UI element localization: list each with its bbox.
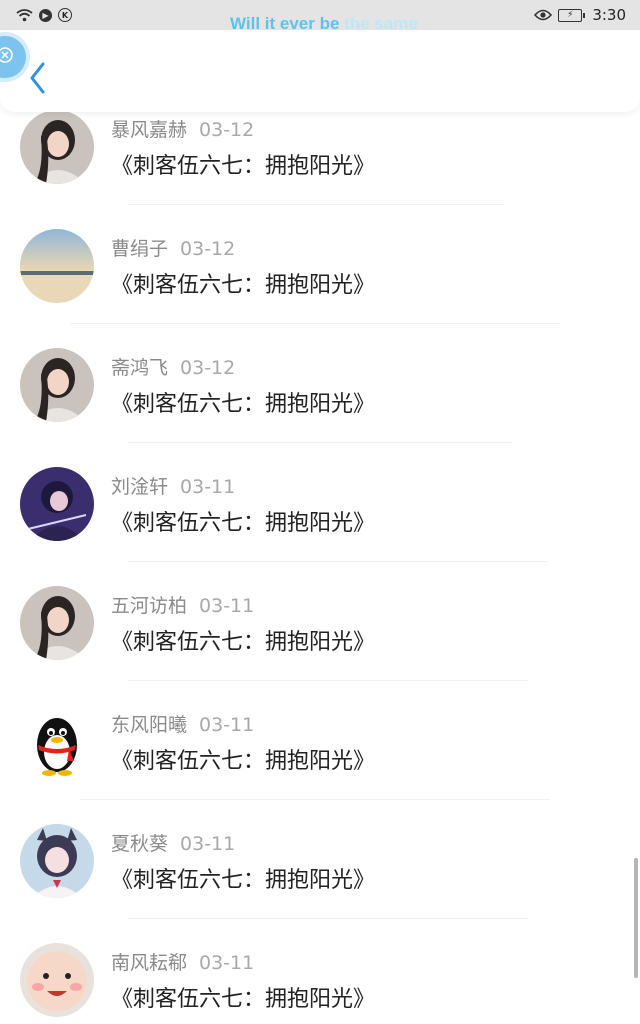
divider: [128, 561, 548, 562]
eye-icon: [534, 9, 553, 21]
post-date: 03-11: [180, 476, 236, 498]
divider: [80, 799, 550, 800]
avatar[interactable]: [20, 705, 94, 779]
user-info: 东风阳曦 03-11: [111, 710, 254, 737]
battery-charging-icon: ⚡: [558, 8, 586, 22]
item-title[interactable]: 《刺客伍六七：拥抱阳光》: [111, 862, 375, 894]
user-name[interactable]: 斋鸿飞: [111, 357, 168, 379]
list-item[interactable]: 刘淦轩 03-11 《刺客伍六七：拥抱阳光》: [0, 447, 640, 566]
status-right-icons: ⚡ 3:30: [534, 6, 626, 24]
post-date: 03-12: [180, 357, 236, 379]
item-title[interactable]: 《刺客伍六七：拥抱阳光》: [111, 624, 375, 656]
list-item[interactable]: 曹绢子 03-12 《刺客伍六七：拥抱阳光》: [0, 209, 640, 328]
list-item[interactable]: 五河访柏 03-11 《刺客伍六七：拥抱阳光》: [0, 566, 640, 685]
user-info: 五河访柏 03-11: [111, 591, 254, 618]
avatar[interactable]: [20, 110, 94, 184]
top-header: [0, 30, 640, 112]
user-name[interactable]: 南风耘郗: [111, 952, 187, 974]
user-name[interactable]: 夏秋葵: [111, 833, 168, 855]
user-name[interactable]: 暴风嘉赫: [111, 119, 187, 141]
wifi-icon: [16, 8, 33, 22]
scrollbar[interactable]: [634, 858, 638, 978]
item-title[interactable]: 《刺客伍六七：拥抱阳光》: [111, 981, 375, 1013]
list-item[interactable]: 斋鸿飞 03-12 《刺客伍六七：拥抱阳光》: [0, 328, 640, 447]
avatar[interactable]: [20, 586, 94, 660]
divider: [128, 204, 504, 205]
k-app-icon: K: [58, 8, 72, 22]
item-title[interactable]: 《刺客伍六七：拥抱阳光》: [111, 148, 375, 180]
user-info: 南风耘郗 03-11: [111, 948, 254, 975]
avatar[interactable]: [20, 943, 94, 1017]
user-name[interactable]: 刘淦轩: [111, 476, 168, 498]
item-title[interactable]: 《刺客伍六七：拥抱阳光》: [111, 505, 375, 537]
play-icon: ▶: [39, 8, 52, 22]
user-name[interactable]: 五河访柏: [111, 595, 187, 617]
status-time: 3:30: [592, 6, 626, 24]
status-left-icons: ▶ K: [16, 8, 72, 22]
post-date: 03-11: [199, 714, 255, 736]
user-info: 曹绢子 03-12: [111, 234, 235, 261]
item-title[interactable]: 《刺客伍六七：拥抱阳光》: [111, 743, 375, 775]
divider: [70, 323, 560, 324]
avatar[interactable]: [20, 467, 94, 541]
user-name[interactable]: 东风阳曦: [111, 714, 187, 736]
post-date: 03-12: [199, 119, 255, 141]
user-name[interactable]: 曹绢子: [111, 238, 168, 260]
divider: [128, 918, 528, 919]
avatar[interactable]: [20, 824, 94, 898]
comment-list: 暴风嘉赫 03-12 《刺客伍六七：拥抱阳光》 曹绢子 03-12 《刺客伍六七：拥抱阳光…: [0, 90, 640, 1024]
user-info: 暴风嘉赫 03-12: [111, 115, 254, 142]
list-item[interactable]: 东风阳曦 03-11 《刺客伍六七：拥抱阳光》: [0, 685, 640, 804]
divider: [128, 680, 528, 681]
user-info: 斋鸿飞 03-12: [111, 353, 235, 380]
post-date: 03-11: [180, 833, 236, 855]
avatar[interactable]: [20, 229, 94, 303]
user-info: 刘淦轩 03-11: [111, 472, 235, 499]
post-date: 03-11: [199, 595, 255, 617]
chevron-left-icon[interactable]: [26, 60, 48, 96]
divider: [128, 442, 512, 443]
post-date: 03-12: [180, 238, 236, 260]
close-icon: [0, 47, 13, 67]
item-title[interactable]: 《刺客伍六七：拥抱阳光》: [111, 267, 375, 299]
avatar[interactable]: [20, 348, 94, 422]
list-item[interactable]: 夏秋葵 03-11 《刺客伍六七：拥抱阳光》: [0, 804, 640, 923]
item-title[interactable]: 《刺客伍六七：拥抱阳光》: [111, 386, 375, 418]
list-item[interactable]: 南风耘郗 03-11 《刺客伍六七：拥抱阳光》: [0, 923, 640, 1024]
user-info: 夏秋葵 03-11: [111, 829, 235, 856]
post-date: 03-11: [199, 952, 255, 974]
